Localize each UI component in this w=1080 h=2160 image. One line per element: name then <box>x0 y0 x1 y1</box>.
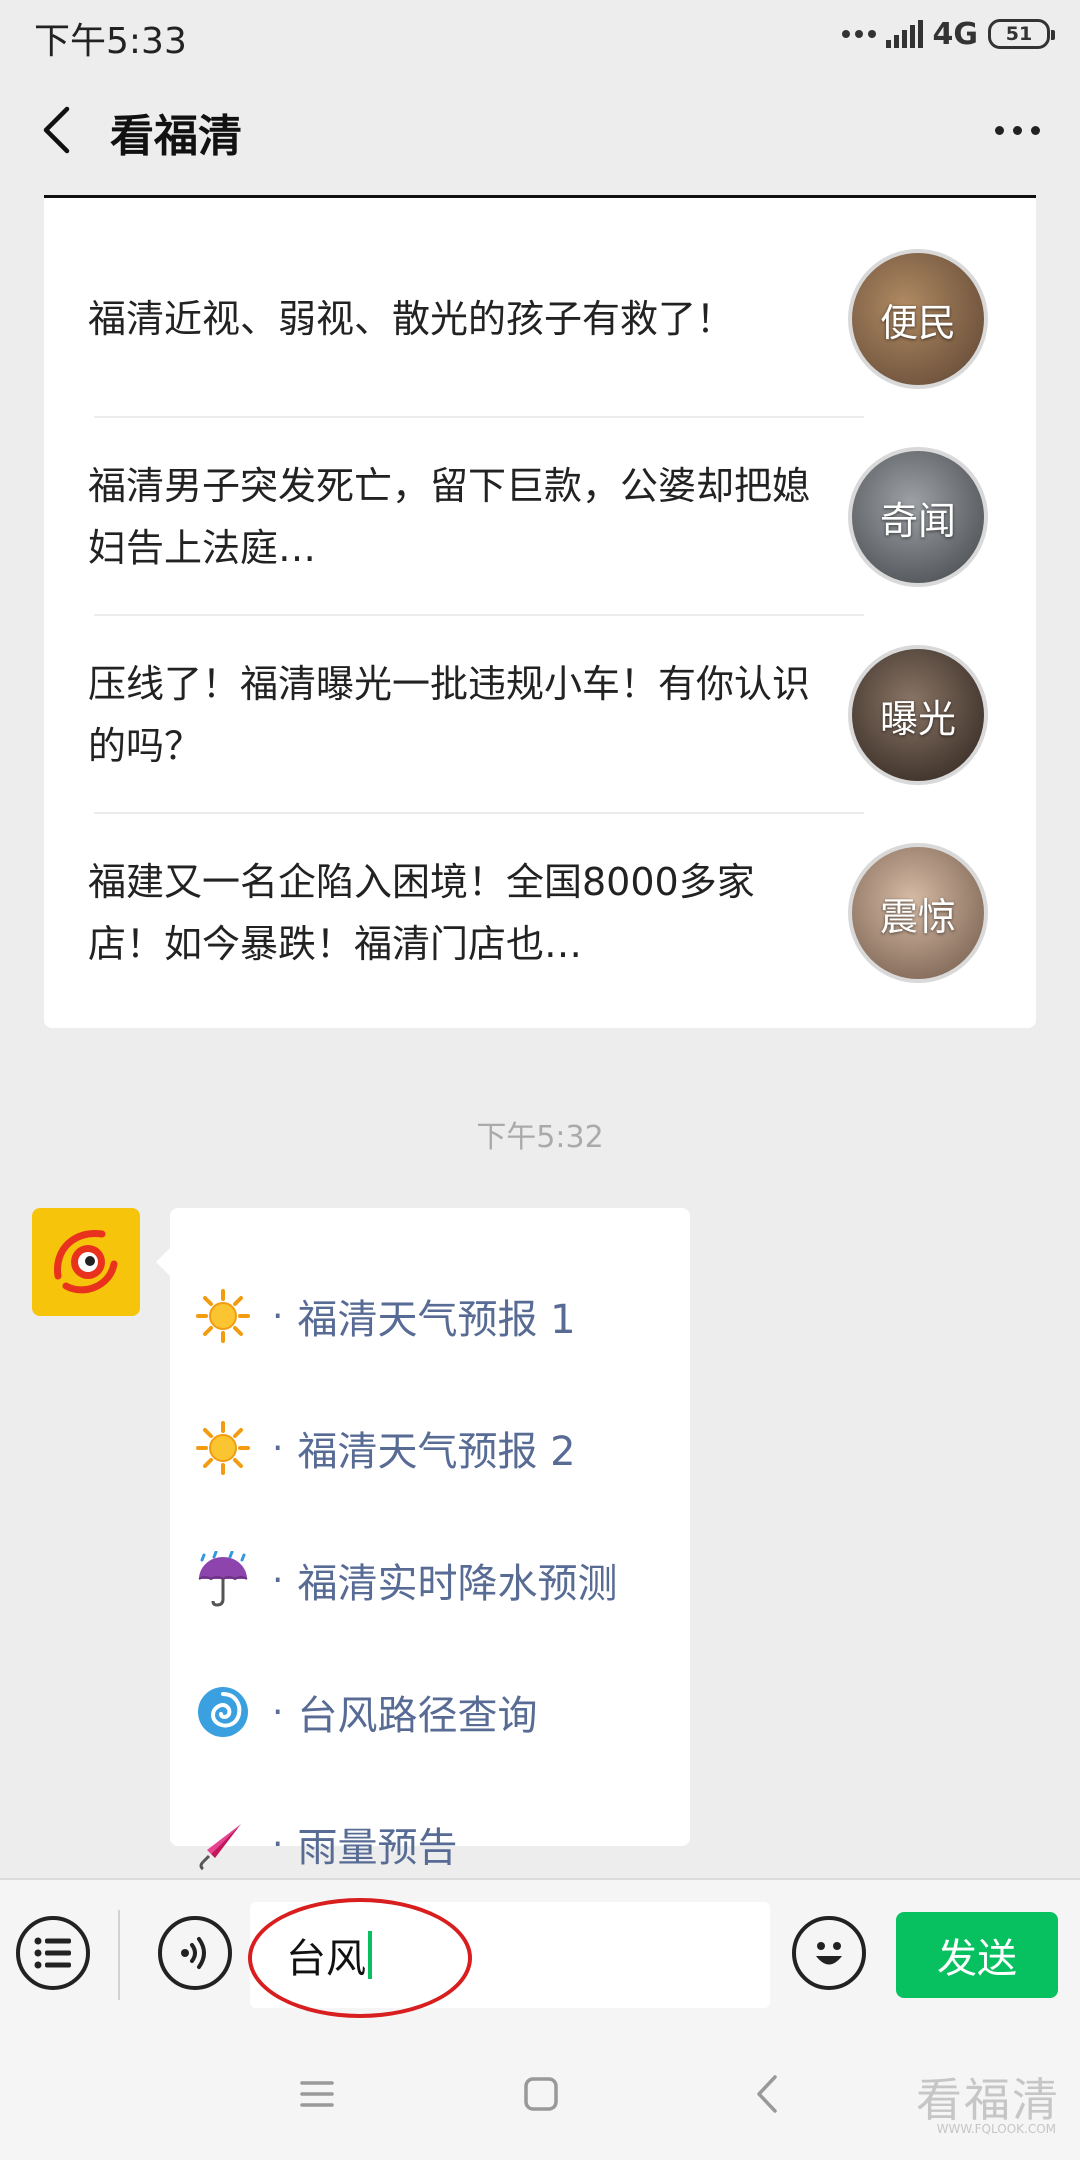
closed-umbrella-icon <box>192 1813 254 1875</box>
watermark-url: WWW.FQLOOK.COM <box>936 2122 1056 2136</box>
separator-dot: · <box>272 1823 284 1865</box>
voice-icon <box>181 1937 206 1969</box>
more-options-button[interactable] <box>982 94 1052 166</box>
nav-bar: 看福清 <box>0 66 1080 196</box>
thumbnail-label: 震惊 <box>879 894 956 939</box>
back-button[interactable] <box>26 94 86 166</box>
signal-strength-icon <box>885 20 923 48</box>
network-type: 4G <box>932 16 979 52</box>
article-title: 福清男子突发死亡，留下巨款，公婆却把媳妇告上法庭… <box>88 464 811 570</box>
article-list-card: 福清近视、弱视、散光的孩子有救了！ 便民 福清男子突发死亡，留下巨款，公婆却把媳… <box>44 198 1036 1028</box>
umbrella-rain-icon <box>192 1549 254 1611</box>
menu-item-label: 福清天气预报 1 <box>297 1297 576 1343</box>
separator-dot: · <box>272 1295 284 1337</box>
logo-icon <box>54 1230 118 1294</box>
menu-item-typhoon-track[interactable]: · 台风路径查询 <box>192 1662 537 1762</box>
thumbnail-label: 便民 <box>879 300 956 345</box>
status-bar: 下午5:33 4G 51 <box>0 0 1080 66</box>
article-item[interactable]: 压线了！福清曝光一批违规小车！有你认识的吗？ 曝光 <box>44 616 1036 814</box>
smiley-icon <box>816 1942 842 1965</box>
watermark: 看福清 <box>916 2073 1060 2127</box>
menu-item-label: 福清天气预报 2 <box>297 1429 576 1475</box>
send-button[interactable]: 发送 <box>896 1912 1058 1998</box>
menu-item-weather-1[interactable]: · 福清天气预报 1 <box>192 1266 576 1366</box>
article-title: 福清近视、弱视、散光的孩子有救了！ <box>88 297 735 341</box>
home-button[interactable] <box>506 2062 576 2126</box>
article-item[interactable]: 福建又一名企陷入困境！全国8000多家店！如今暴跌！福清门店也… 震惊 <box>44 814 1036 1012</box>
menu-item-label: 雨量预告 <box>297 1825 458 1871</box>
sun-icon <box>192 1285 254 1347</box>
menu-item-label: 福清实时降水预测 <box>297 1561 618 1607</box>
separator-dot: · <box>272 1691 284 1733</box>
status-time: 下午5:33 <box>34 21 187 62</box>
thumbnail-label: 曝光 <box>879 696 956 741</box>
separator-dot: · <box>272 1559 284 1601</box>
article-thumbnail: 便民 <box>848 249 988 389</box>
message-timestamp: 下午5:32 <box>476 1120 604 1155</box>
article-thumbnail: 曝光 <box>848 645 988 785</box>
article-item[interactable]: 福清近视、弱视、散光的孩子有救了！ 便民 <box>44 220 1036 418</box>
square-icon <box>524 2077 558 2111</box>
voice-button[interactable] <box>158 1916 232 1990</box>
menu-item-label: 台风路径查询 <box>297 1693 538 1739</box>
emoji-button[interactable] <box>792 1916 866 1990</box>
menu-item-rain-forecast[interactable]: · 福清实时降水预测 <box>192 1530 617 1630</box>
menu-toggle-button[interactable] <box>16 1916 90 1990</box>
chevron-left-icon <box>757 2075 777 2113</box>
battery-icon: 51 <box>988 19 1055 49</box>
menu-message-bubble: · 福清天气预报 1 · 福清天气预报 2 · 福清实时降水预测 · 台风路径查… <box>156 1208 690 1871</box>
separator-dot: · <box>272 1427 284 1469</box>
list-icon <box>34 1937 71 1969</box>
message-input[interactable]: 台风 <box>250 1902 770 2008</box>
input-bar: 台风 发送 <box>0 1878 1080 2030</box>
article-thumbnail: 奇闻 <box>848 447 988 587</box>
system-back-button[interactable] <box>732 2062 802 2126</box>
text-caret <box>368 1931 372 1979</box>
article-item[interactable]: 福清男子突发死亡，留下巨款，公婆却把媳妇告上法庭… 奇闻 <box>44 418 1036 616</box>
input-text: 台风 <box>286 1936 366 1982</box>
recent-apps-button[interactable] <box>282 2062 352 2126</box>
article-title: 福建又一名企陷入困境！全国8000多家店！如今暴跌！福清门店也… <box>88 860 755 966</box>
menu-icon <box>300 2081 334 2107</box>
account-avatar[interactable] <box>32 1208 140 1316</box>
chevron-left-icon <box>43 106 70 154</box>
article-thumbnail: 震惊 <box>848 843 988 983</box>
sun-icon <box>192 1417 254 1479</box>
status-indicators: 4G 51 <box>841 14 1055 54</box>
thumbnail-label: 奇闻 <box>879 498 956 543</box>
notification-dots-icon <box>841 30 876 38</box>
page-title: 看福清 <box>110 111 242 162</box>
divider <box>118 1910 120 2000</box>
article-title: 压线了！福清曝光一批违规小车！有你认识的吗？ <box>88 662 811 768</box>
battery-level: 51 <box>1005 23 1033 45</box>
cyclone-icon <box>192 1681 254 1743</box>
menu-item-weather-2[interactable]: · 福清天气预报 2 <box>192 1398 576 1498</box>
